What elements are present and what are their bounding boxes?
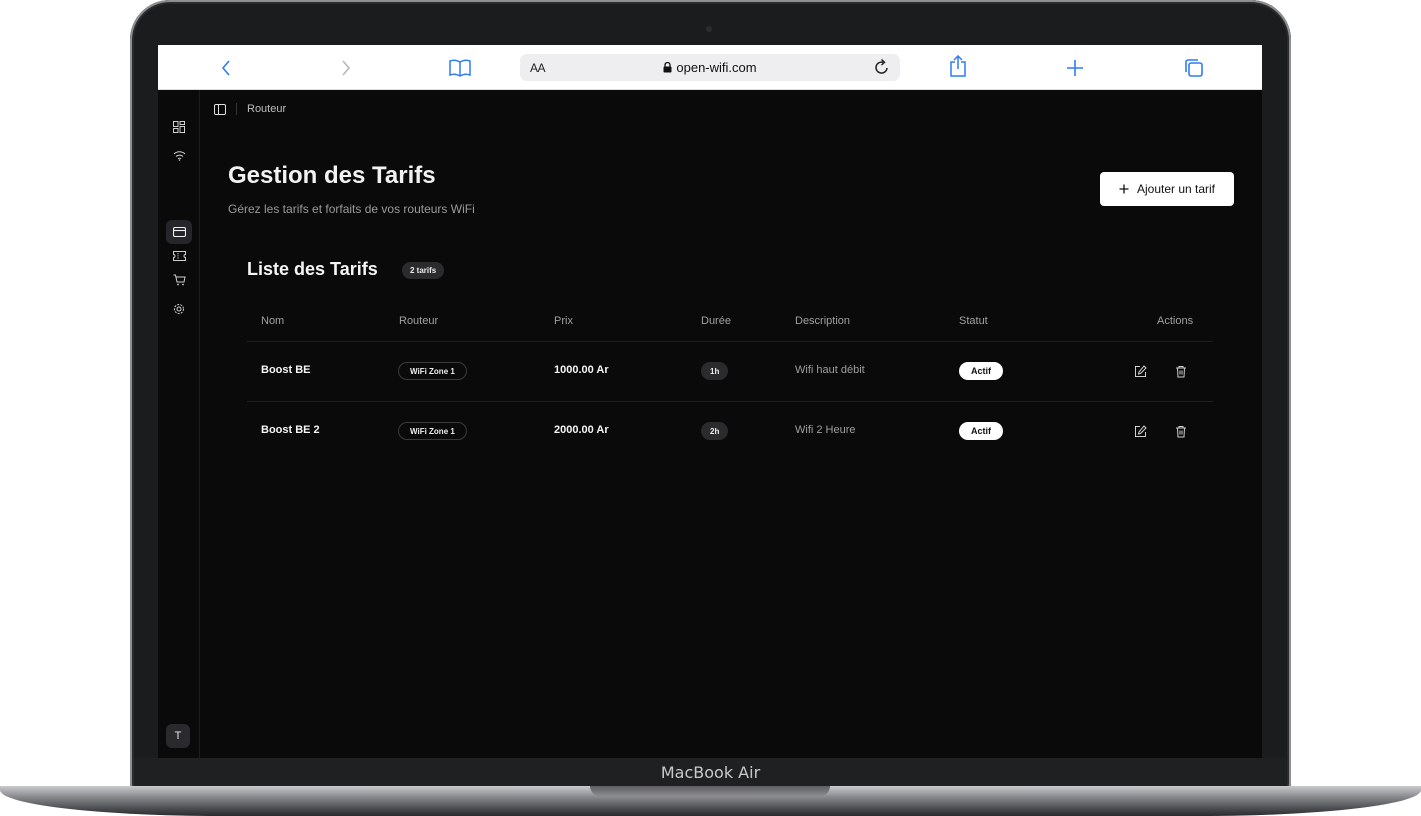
breadcrumb-item[interactable]: Routeur bbox=[247, 103, 286, 115]
sidebar-item-cart[interactable] bbox=[166, 268, 192, 292]
column-header: Durée bbox=[701, 315, 731, 327]
plus-icon bbox=[1119, 184, 1129, 194]
bookmarks-icon[interactable] bbox=[448, 57, 472, 79]
tarif-price: 1000.00 Ar bbox=[554, 364, 609, 376]
list-title: Liste des Tarifs bbox=[247, 259, 378, 279]
table-row: Boost BE WiFi Zone 1 1000.00 Ar 1h Wifi … bbox=[247, 342, 1213, 402]
tarif-name: Boost BE 2 bbox=[261, 424, 320, 436]
browser-toolbar: AA open-wifi.com bbox=[158, 45, 1262, 90]
sidebar-item-tickets[interactable] bbox=[166, 244, 192, 268]
sidebar-item-wifi[interactable] bbox=[166, 143, 192, 167]
sidebar-item-dashboard[interactable] bbox=[166, 115, 192, 139]
lock-icon bbox=[663, 61, 672, 73]
settings-icon bbox=[174, 304, 184, 314]
sidebar-item-tarifs[interactable] bbox=[166, 220, 192, 244]
camera bbox=[706, 26, 712, 32]
column-header: Statut bbox=[959, 315, 988, 327]
status-badge: Actif bbox=[959, 422, 1003, 440]
breadcrumb: Routeur bbox=[214, 103, 286, 115]
column-header: Nom bbox=[261, 315, 285, 327]
breadcrumb-divider bbox=[236, 103, 237, 115]
cart-icon bbox=[173, 274, 186, 286]
column-header: Actions bbox=[1157, 315, 1194, 327]
status-badge: Actif bbox=[959, 362, 1003, 380]
duration-badge: 1h bbox=[701, 362, 729, 380]
device-label: MacBook Air bbox=[660, 762, 761, 782]
url-display[interactable]: open-wifi.com bbox=[520, 60, 900, 75]
duration-badge: 2h bbox=[701, 422, 729, 440]
ticket-icon bbox=[172, 251, 186, 261]
sidebar-toggle-icon[interactable] bbox=[214, 103, 226, 115]
tarifs-table: Nom Routeur Prix Durée Description Statu… bbox=[247, 307, 1213, 462]
delete-icon[interactable] bbox=[1173, 363, 1189, 379]
tarif-description: Wifi 2 Heure bbox=[795, 424, 856, 436]
sidebar-item-settings[interactable] bbox=[166, 297, 192, 321]
back-icon[interactable] bbox=[218, 57, 234, 79]
page-title: Gestion des Tarifs bbox=[228, 162, 436, 189]
column-header: Prix bbox=[554, 315, 573, 327]
count-badge: 2 tarifs bbox=[402, 262, 445, 279]
address-bar[interactable]: AA open-wifi.com bbox=[520, 54, 900, 81]
wifi-icon bbox=[173, 150, 185, 161]
tarif-name: Boost BE bbox=[261, 364, 311, 376]
user-avatar[interactable]: T bbox=[166, 724, 190, 748]
add-tarif-label: Ajouter un tarif bbox=[1136, 182, 1216, 196]
edit-icon[interactable] bbox=[1132, 423, 1148, 439]
page-subtitle: Gérez les tarifs et forfaits de vos rout… bbox=[228, 202, 475, 216]
dashboard-icon bbox=[173, 121, 185, 133]
card-icon bbox=[172, 227, 186, 237]
app-sidebar: T bbox=[158, 90, 200, 758]
tarif-description: Wifi haut débit bbox=[795, 364, 865, 376]
table-row: Boost BE 2 WiFi Zone 1 2000.00 Ar 2h Wif… bbox=[247, 402, 1213, 462]
url-text: open-wifi.com bbox=[676, 60, 757, 75]
router-badge: WiFi Zone 1 bbox=[398, 422, 467, 440]
edit-icon[interactable] bbox=[1132, 363, 1148, 379]
table-header: Nom Routeur Prix Durée Description Statu… bbox=[247, 307, 1213, 342]
new-tab-icon[interactable] bbox=[1065, 57, 1085, 79]
delete-icon[interactable] bbox=[1173, 423, 1189, 439]
forward-icon[interactable] bbox=[338, 57, 354, 79]
laptop-notch bbox=[590, 786, 830, 796]
tabs-icon[interactable] bbox=[1183, 57, 1205, 79]
share-icon[interactable] bbox=[948, 55, 968, 77]
tarif-price: 2000.00 Ar bbox=[554, 424, 609, 436]
add-tarif-button[interactable]: Ajouter un tarif bbox=[1100, 172, 1234, 206]
screen: AA open-wifi.com T Routeur Gestion des T… bbox=[158, 45, 1262, 758]
reload-icon[interactable] bbox=[874, 58, 890, 81]
column-header: Routeur bbox=[399, 315, 439, 327]
router-badge: WiFi Zone 1 bbox=[398, 362, 467, 380]
laptop-chin: MacBook Air bbox=[134, 758, 1287, 786]
column-header: Description bbox=[795, 315, 851, 327]
